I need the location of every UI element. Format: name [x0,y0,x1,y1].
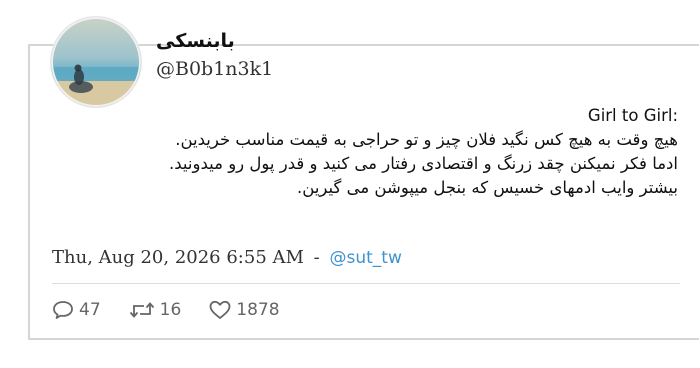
tweet-line: :Girl to Girl [587,106,678,125]
reply-icon [53,301,73,319]
retweet-button[interactable]: 16 [129,300,182,320]
divider [52,283,680,284]
tweet-actions: 47 16 1878 [52,297,308,323]
avatar[interactable] [50,16,142,108]
tweet-line: هیچ وقت به هیچ کس نگید فلان چیز و تو حرا… [175,130,678,149]
retweet-icon [129,302,154,318]
reply-count: 47 [79,300,101,320]
tweet-text: :Girl to Girl هیچ وقت به هیچ کس نگید فلا… [58,104,678,200]
meta-separator: - [313,247,320,268]
like-icon [209,300,231,319]
retweet-count: 16 [159,300,182,320]
reply-button[interactable]: 47 [52,300,101,320]
tweet-line: ادما فکر نمیکنن چقد زرنگ و اقتصادی رفتار… [169,154,678,173]
user-handle[interactable]: @B0b1n3k1 [156,58,273,80]
like-count: 1878 [236,300,280,320]
display-name[interactable]: بابنسکی [156,30,235,52]
timestamp[interactable]: Thu, Aug 20, 2026 6:55 AM [52,247,304,268]
via-handle-link[interactable]: @sut_tw [329,248,401,268]
tweet-meta: Thu, Aug 20, 2026 6:55 AM - @sut_tw [52,247,402,268]
tweet-line: بیشتر وایب ادمهای خسیس که بنجل میپوشن می… [297,178,678,197]
like-button[interactable]: 1878 [209,300,280,320]
avatar-ring [51,17,141,107]
